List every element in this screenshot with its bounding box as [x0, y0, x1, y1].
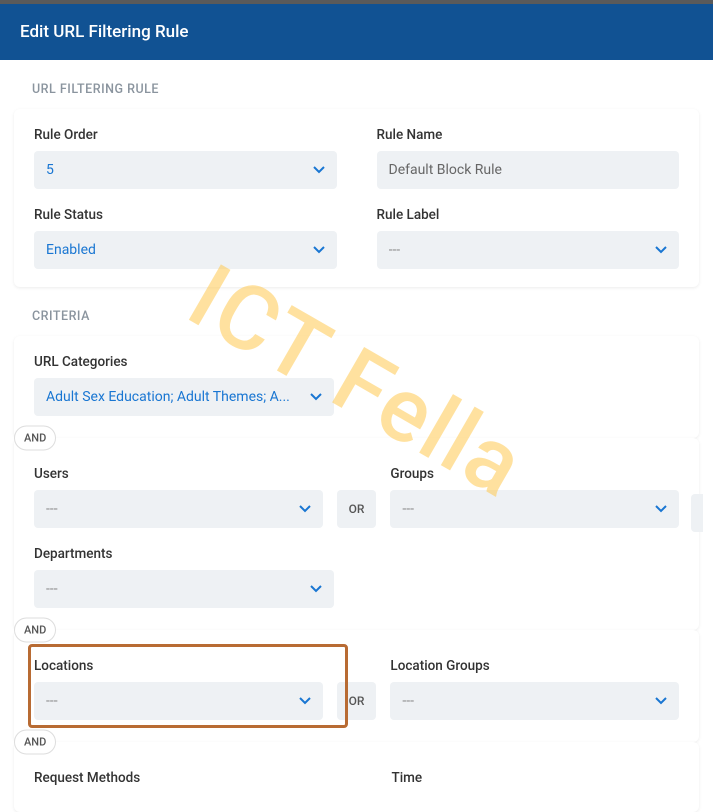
- rule-order-select[interactable]: 5: [34, 151, 337, 189]
- chevron-down-icon: [655, 246, 667, 254]
- url-categories-label: URL Categories: [34, 354, 679, 370]
- rule-name-label: Rule Name: [377, 127, 680, 143]
- url-categories-select[interactable]: Adult Sex Education; Adult Themes; A...: [34, 378, 334, 416]
- locations-label: Locations: [34, 658, 323, 674]
- request-methods-label: Request Methods: [34, 770, 322, 786]
- rule-name-input[interactable]: Default Block Rule: [377, 151, 680, 189]
- or-badge: OR: [337, 682, 377, 720]
- groups-select[interactable]: ---: [390, 490, 679, 528]
- or-badge: OR: [337, 490, 377, 528]
- rule-card: Rule Order 5 Rule Name Default Block Rul…: [14, 109, 699, 287]
- users-value: ---: [46, 501, 58, 517]
- chevron-down-icon: [655, 505, 667, 513]
- departments-label: Departments: [34, 546, 334, 562]
- rule-label-select[interactable]: ---: [377, 231, 680, 269]
- users-select[interactable]: ---: [34, 490, 323, 528]
- locations-value: ---: [46, 693, 58, 709]
- modal-header: Edit URL Filtering Rule: [0, 4, 713, 60]
- time-label: Time: [392, 770, 680, 786]
- location-groups-value: ---: [402, 693, 414, 709]
- rule-name-value: Default Block Rule: [389, 162, 502, 178]
- departments-select[interactable]: ---: [34, 570, 334, 608]
- departments-value: ---: [46, 581, 58, 597]
- chevron-down-icon: [313, 246, 325, 254]
- chevron-down-icon: [313, 166, 325, 174]
- rule-label-label: Rule Label: [377, 207, 680, 223]
- groups-label: Groups: [390, 466, 679, 482]
- chevron-down-icon: [310, 585, 322, 593]
- chevron-down-icon: [310, 393, 322, 401]
- rule-order-label: Rule Order: [34, 127, 337, 143]
- location-groups-select[interactable]: ---: [390, 682, 679, 720]
- criteria-users-block: Users --- OR Groups --- Departments ---: [14, 438, 699, 630]
- rule-order-value: 5: [46, 162, 54, 178]
- groups-value: ---: [402, 501, 414, 517]
- overflow-button[interactable]: [691, 494, 703, 532]
- section-criteria: CRITERIA: [0, 287, 713, 336]
- locations-select[interactable]: ---: [34, 682, 323, 720]
- rule-status-label: Rule Status: [34, 207, 337, 223]
- users-label: Users: [34, 466, 323, 482]
- rule-status-value: Enabled: [46, 242, 96, 258]
- criteria-categories-block: URL Categories Adult Sex Education; Adul…: [14, 336, 699, 438]
- section-url-filtering-rule: URL FILTERING RULE: [0, 60, 713, 109]
- modal-title: Edit URL Filtering Rule: [20, 22, 189, 42]
- rule-label-value: ---: [389, 242, 401, 258]
- url-categories-value: Adult Sex Education; Adult Themes; A...: [46, 389, 290, 405]
- location-groups-label: Location Groups: [390, 658, 679, 674]
- rule-status-select[interactable]: Enabled: [34, 231, 337, 269]
- and-badge: AND: [14, 618, 56, 643]
- and-badge: AND: [14, 426, 56, 451]
- chevron-down-icon: [655, 697, 667, 705]
- and-badge: AND: [14, 730, 56, 755]
- criteria-locations-block: Locations --- OR Location Groups ---: [14, 630, 699, 742]
- chevron-down-icon: [299, 505, 311, 513]
- criteria-methods-block: Request Methods Time: [14, 742, 699, 812]
- chevron-down-icon: [299, 697, 311, 705]
